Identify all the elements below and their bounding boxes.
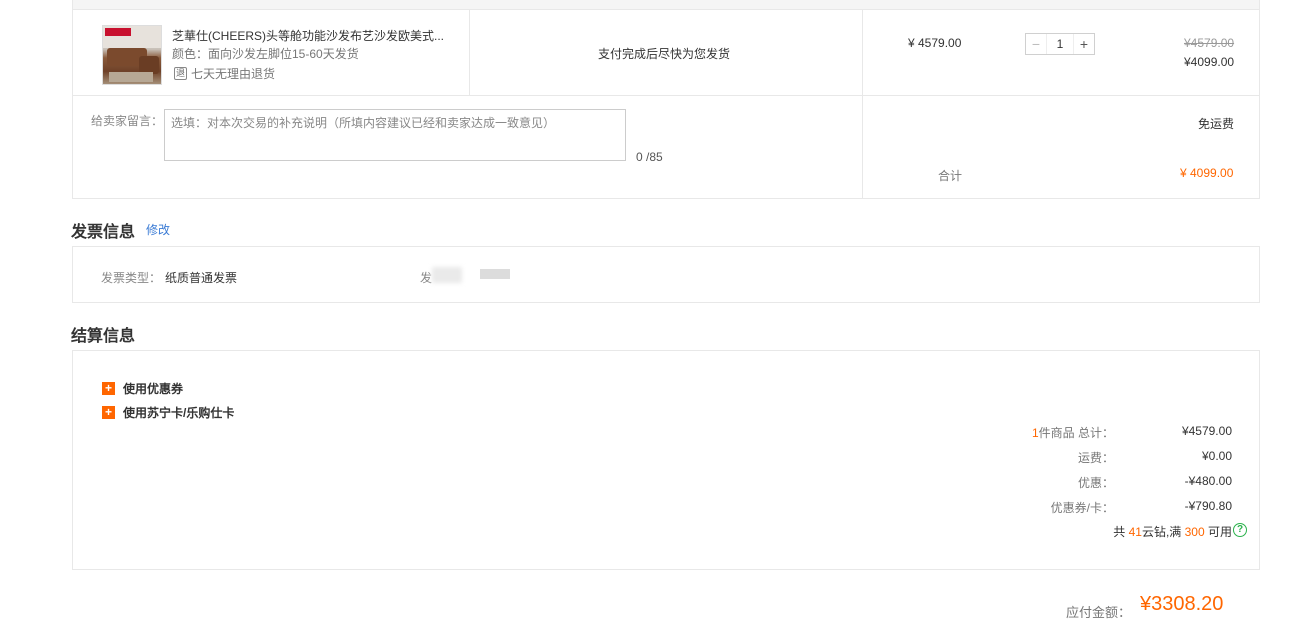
current-price: ¥4099.00	[1184, 55, 1235, 69]
redacted-text	[480, 269, 510, 279]
invoice-section-title: 发票信息	[71, 224, 136, 241]
product-title-link[interactable]: 芝華仕(CHEERS)头等舱功能沙发布艺沙发欧美式...	[172, 27, 452, 44]
unit-price: ¥ 4579.00	[908, 36, 962, 50]
qty-plus-button[interactable]: +	[1074, 34, 1094, 54]
use-coupon-label: 使用优惠券	[123, 382, 184, 396]
discount-value: -¥480.00	[1184, 474, 1232, 488]
expand-plus-icon: +	[102, 406, 115, 419]
ship-note: 支付完成后尽快为您发货	[598, 47, 731, 61]
product-color: 颜色：面向沙发左脚位15-60天发货	[172, 47, 359, 61]
message-label: 给卖家留言：	[91, 114, 164, 128]
items-total-value: ¥4579.00	[1181, 424, 1232, 438]
qty-minus-button[interactable]: −	[1026, 34, 1046, 54]
invoice-type-label: 发票类型：	[101, 271, 162, 285]
product-thumbnail[interactable]	[102, 25, 162, 85]
divider	[862, 9, 863, 199]
use-card-toggle[interactable]: + 使用苏宁卡/乐购仕卡	[102, 404, 234, 421]
quantity-stepper: − 1 +	[1025, 33, 1095, 55]
table-header-strip	[73, 0, 1259, 10]
expand-plus-icon: +	[102, 382, 115, 395]
settlement-section-title: 结算信息	[71, 328, 136, 345]
payable-label: 应付金额：	[1066, 605, 1132, 620]
cloud-diamond-info: 共 41云钻,满 300 可用	[1113, 525, 1232, 539]
divider	[469, 9, 470, 95]
divider	[73, 95, 1260, 96]
invoice-box	[72, 246, 1260, 303]
redacted-text	[432, 267, 462, 283]
items-count: 1	[1031, 426, 1039, 440]
original-price: ¥4579.00	[1184, 36, 1235, 50]
use-card-label: 使用苏宁卡/乐购仕卡	[123, 406, 235, 420]
payable-amount: ¥3308.20	[1140, 593, 1224, 615]
invoice-type-value: 纸质普通发票	[165, 271, 238, 285]
freight-value: ¥0.00	[1201, 449, 1232, 463]
subtotal-value: ¥ 4099.00	[1180, 166, 1234, 180]
message-char-count: 0 /85	[636, 150, 663, 164]
use-coupon-toggle[interactable]: + 使用优惠券	[102, 380, 183, 397]
invoice-head-label: 发	[420, 271, 433, 285]
seller-message-input[interactable]	[164, 109, 626, 161]
freight-label: 运费：	[1077, 451, 1114, 465]
items-total-label: 1件商品 总计：	[1031, 426, 1114, 440]
discount-label: 优惠：	[1077, 476, 1114, 490]
coupon-card-value: -¥790.80	[1184, 499, 1232, 513]
qty-input[interactable]: 1	[1046, 34, 1074, 54]
help-icon[interactable]: ?	[1233, 523, 1247, 537]
return-icon: 退	[174, 67, 187, 80]
coupon-card-label: 优惠券/卡：	[1050, 501, 1114, 515]
return-policy-text: 七天无理由退货	[191, 67, 276, 81]
return-policy: 退 七天无理由退货	[174, 65, 275, 82]
invoice-edit-link[interactable]: 修改	[146, 221, 170, 238]
free-shipping: 免运费	[1198, 117, 1235, 131]
subtotal-label: 合计	[938, 169, 963, 183]
